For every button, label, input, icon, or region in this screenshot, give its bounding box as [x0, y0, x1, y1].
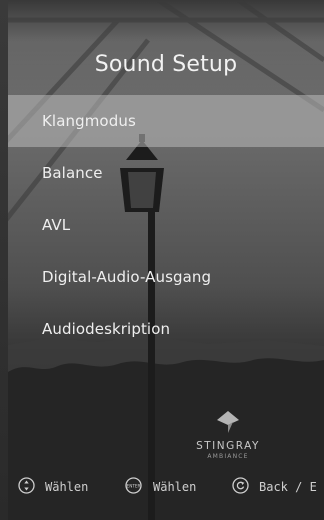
- stingray-logo-icon: [217, 411, 239, 433]
- menu-item-digital-audio-ausgang[interactable]: Digital-Audio-Ausgang: [8, 251, 324, 303]
- enter-icon-text: ENTER: [127, 483, 141, 488]
- hint-select-updown: Wählen: [18, 474, 88, 500]
- menu-item-klangmodus[interactable]: Klangmodus: [8, 95, 324, 147]
- sound-setup-menu: Klangmodus Balance AVL Digital-Audio-Aus…: [8, 95, 324, 355]
- sound-setup-screen: Sound Setup Klangmodus Balance AVL Digit…: [8, 0, 324, 520]
- menu-item-avl[interactable]: AVL: [8, 199, 324, 251]
- up-down-arrows-icon: [18, 477, 35, 497]
- page-title: Sound Setup: [94, 52, 238, 77]
- button-hint-bar: Wählen ENTER Wählen Back / E: [0, 474, 324, 500]
- hint-select-enter: ENTER Wählen: [124, 474, 196, 500]
- brand-subtitle: AMBIANCE: [207, 453, 249, 460]
- back-icon: [232, 477, 249, 497]
- menu-item-audiodeskription[interactable]: Audiodeskription: [8, 303, 324, 355]
- hint-label: Wählen: [45, 480, 89, 494]
- hint-back: Back / E: [232, 474, 317, 500]
- brand-name: STINGRAY: [196, 440, 260, 452]
- menu-item-balance[interactable]: Balance: [8, 147, 324, 199]
- screen-edge: [0, 0, 8, 520]
- hint-label: Back / E: [259, 480, 317, 494]
- hint-label: Wählen: [153, 480, 197, 494]
- stingray-logo: STINGRAY AMBIANCE: [192, 410, 264, 460]
- enter-button-icon: ENTER: [124, 477, 143, 497]
